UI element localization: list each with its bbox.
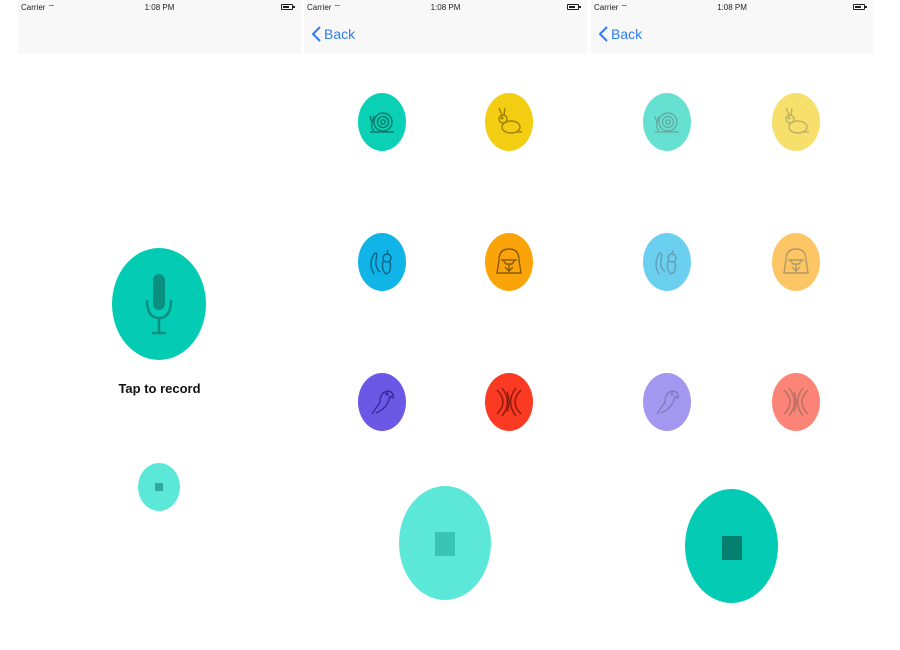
back-label: Back: [324, 26, 356, 42]
parrot-effect-button[interactable]: [643, 373, 691, 431]
effects-screen: Carrier ⌔ 1:08 PM Back: [304, 0, 587, 612]
chevron-left-icon: [312, 26, 321, 42]
rabbit-icon: [498, 107, 522, 134]
darth-vader-effect-button[interactable]: [772, 233, 820, 291]
clock: 1:08 PM: [717, 3, 747, 12]
echo-icon: [496, 387, 522, 417]
rabbit-effect-button[interactable]: [772, 93, 820, 151]
snail-effect-button[interactable]: [643, 93, 691, 151]
tap-to-record-label: Tap to record: [118, 381, 201, 396]
stop-button[interactable]: [685, 489, 778, 603]
nav-bar: Back: [591, 16, 873, 54]
echo-effect-button[interactable]: [485, 373, 533, 431]
record-button[interactable]: [112, 248, 206, 360]
parrot-icon: [371, 390, 394, 415]
stop-icon: [722, 536, 742, 560]
snail-effect-button[interactable]: [358, 93, 406, 151]
record-screen: Carrier ⌔ 1:08 PM Tap to record: [18, 0, 301, 612]
rabbit-effect-button[interactable]: [485, 93, 533, 151]
stop-button[interactable]: [399, 486, 491, 600]
squirrel-icon: [370, 249, 392, 275]
status-bar: Carrier ⌔ 1:08 PM: [304, 0, 587, 16]
darth-vader-icon: [783, 248, 809, 274]
battery-icon: [281, 4, 295, 10]
microphone-icon: [145, 274, 173, 335]
darth-vader-icon: [496, 248, 522, 274]
status-bar: Carrier ⌔ 1:08 PM: [18, 0, 301, 16]
back-label: Back: [611, 26, 643, 42]
squirrel-icon: [655, 249, 677, 275]
back-button[interactable]: Back: [312, 26, 355, 42]
status-bar: Carrier ⌔ 1:08 PM: [591, 0, 873, 16]
nav-bar: Back: [304, 16, 587, 54]
battery-icon: [567, 4, 581, 10]
echo-effect-button[interactable]: [772, 373, 820, 431]
stop-icon: [155, 483, 163, 491]
parrot-effect-button[interactable]: [358, 373, 406, 431]
snail-icon: [369, 112, 394, 133]
echo-icon: [783, 387, 809, 417]
stop-icon: [435, 532, 455, 556]
chevron-left-icon: [599, 26, 608, 42]
back-button[interactable]: Back: [599, 26, 642, 42]
snail-icon: [654, 112, 679, 133]
rabbit-icon: [785, 107, 809, 134]
clock: 1:08 PM: [144, 3, 175, 12]
squirrel-effect-button[interactable]: [358, 233, 406, 291]
darth-vader-effect-button[interactable]: [485, 233, 533, 291]
squirrel-effect-button[interactable]: [643, 233, 691, 291]
battery-icon: [853, 4, 867, 10]
parrot-icon: [656, 390, 679, 415]
nav-bar: [18, 16, 301, 54]
stop-button[interactable]: [138, 463, 180, 511]
effects-screen-playing: Carrier ⌔ 1:08 PM Back: [591, 0, 873, 612]
clock: 1:08 PM: [430, 3, 461, 12]
